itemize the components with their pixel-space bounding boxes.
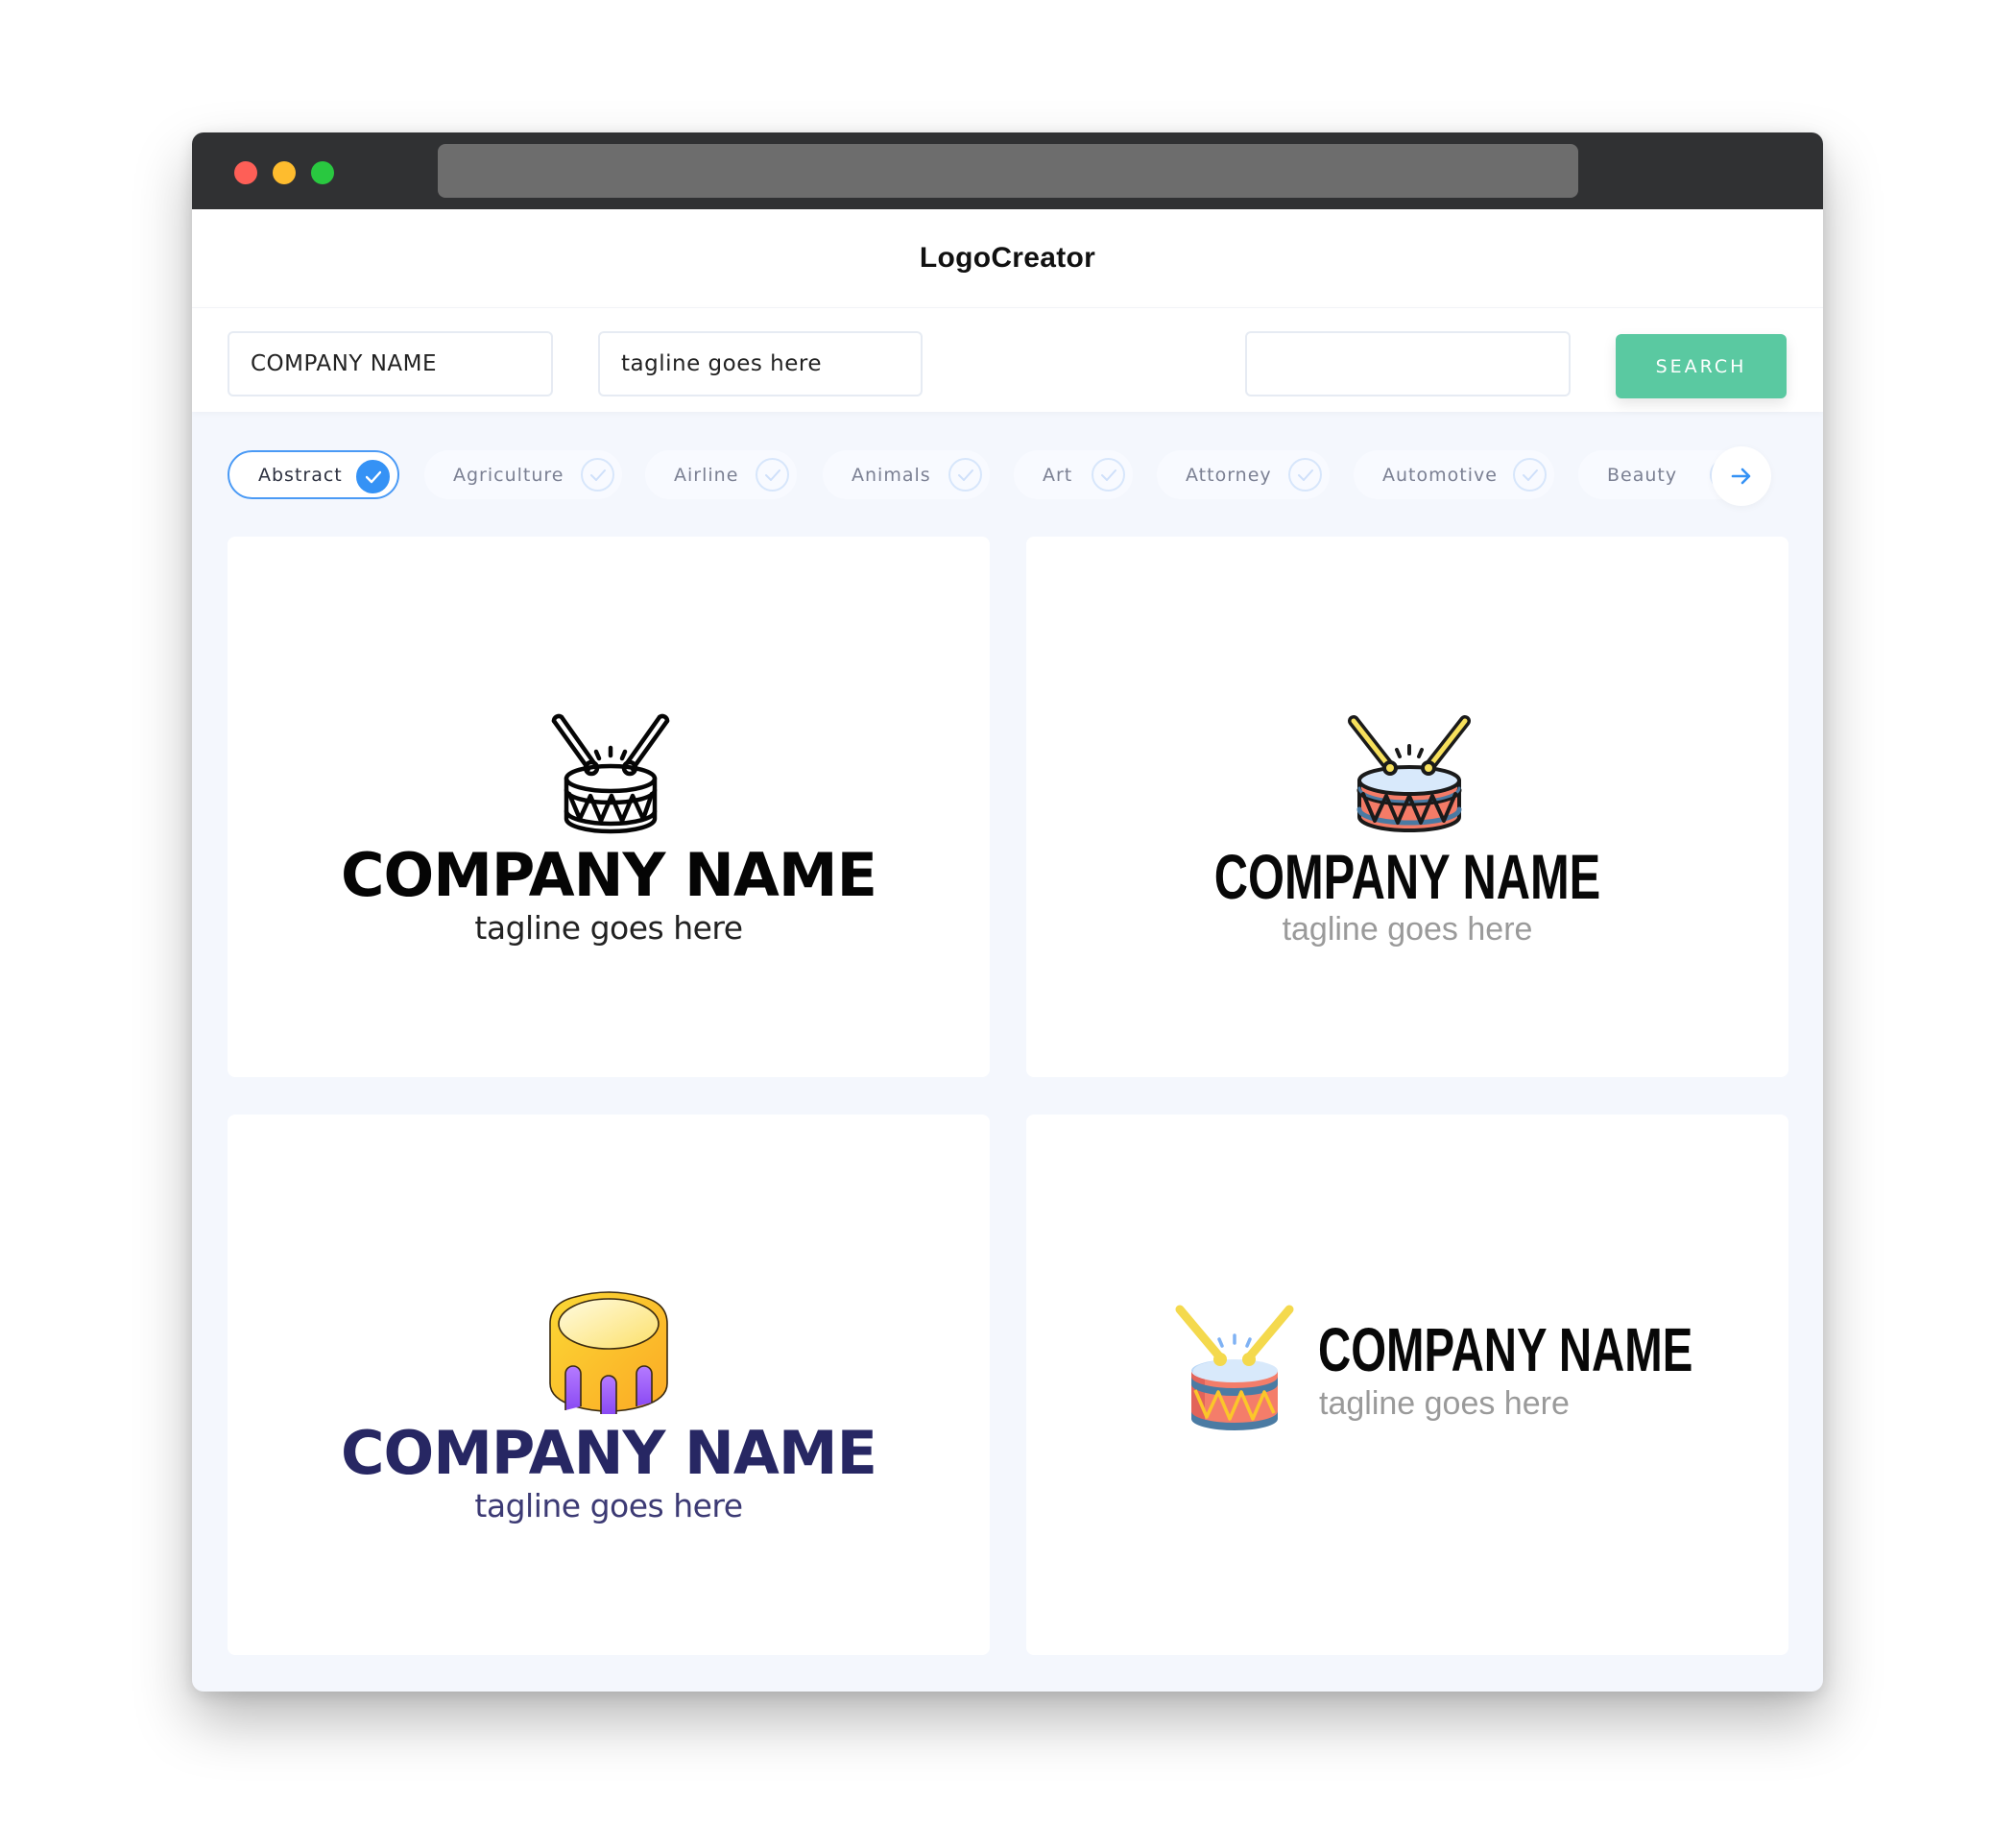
- category-label: Abstract: [258, 464, 343, 486]
- check-icon: [1092, 458, 1125, 492]
- category-label: Attorney: [1186, 464, 1272, 486]
- search-bar: COMPANY NAME tagline goes here SEARCH: [192, 307, 1823, 412]
- minimize-window-button[interactable]: [273, 161, 296, 184]
- category-label: Automotive: [1382, 464, 1498, 486]
- logo-tagline: tagline goes here: [1282, 911, 1533, 948]
- category-chip-airline[interactable]: Airline: [645, 450, 797, 499]
- category-chip-automotive[interactable]: Automotive: [1354, 450, 1554, 499]
- browser-window: LogoCreator COMPANY NAME tagline goes he…: [192, 132, 1823, 1692]
- company-name-input[interactable]: COMPANY NAME: [228, 331, 553, 396]
- logo-company-name: COMPANY NAME: [1318, 1315, 1693, 1384]
- category-label: Airline: [674, 464, 739, 486]
- logo-company-name: COMPANY NAME: [1213, 841, 1601, 912]
- logo-card[interactable]: COMPANY NAME tagline goes here: [228, 1115, 990, 1655]
- tagline-input[interactable]: tagline goes here: [598, 331, 923, 396]
- drum-gradient-icon: [549, 1291, 668, 1414]
- address-bar[interactable]: [438, 144, 1578, 198]
- category-label: Animals: [852, 464, 931, 486]
- next-categories-button[interactable]: [1712, 446, 1771, 506]
- category-chip-agriculture[interactable]: Agriculture: [424, 450, 622, 499]
- check-icon: [581, 458, 614, 492]
- keyword-input[interactable]: [1245, 331, 1571, 396]
- category-chip-art[interactable]: Art: [1014, 450, 1133, 499]
- category-filter: Abstract Agriculture Airline Animals Art…: [192, 411, 1823, 516]
- maximize-window-button[interactable]: [311, 161, 334, 184]
- app-header: LogoCreator: [192, 209, 1823, 307]
- logo-tagline: tagline goes here: [474, 1487, 743, 1524]
- logo-company-name: COMPANY NAME: [341, 840, 877, 910]
- close-window-button[interactable]: [234, 161, 257, 184]
- category-chip-abstract[interactable]: Abstract: [228, 450, 399, 499]
- check-icon: [1288, 458, 1322, 492]
- title-bar: [192, 132, 1823, 209]
- category-chip-animals[interactable]: Animals: [823, 450, 990, 499]
- drum-flat-icon: [1175, 1305, 1294, 1430]
- logo-tagline: tagline goes here: [1319, 1385, 1570, 1422]
- drum-color-outline-icon: [1348, 715, 1471, 832]
- arrow-right-icon: [1731, 468, 1751, 485]
- category-chip-attorney[interactable]: Attorney: [1157, 450, 1330, 499]
- search-button[interactable]: SEARCH: [1616, 334, 1787, 398]
- logo-company-name: COMPANY NAME: [341, 1418, 877, 1488]
- category-label: Agriculture: [453, 464, 564, 486]
- logo-tagline: tagline goes here: [474, 909, 743, 947]
- category-label: Beauty: [1607, 464, 1678, 486]
- category-label: Art: [1043, 464, 1073, 486]
- brand-logo[interactable]: LogoCreator: [920, 242, 1095, 275]
- check-icon: [756, 458, 789, 492]
- check-icon: [948, 458, 982, 492]
- logo-card[interactable]: COMPANY NAME tagline goes here: [1026, 537, 1788, 1077]
- check-icon: [356, 460, 390, 493]
- drum-outline-icon: [551, 713, 670, 834]
- logo-card[interactable]: COMPANY NAME tagline goes here: [1026, 1115, 1788, 1655]
- logo-card[interactable]: COMPANY NAME tagline goes here: [228, 537, 990, 1077]
- check-icon: [1513, 458, 1547, 492]
